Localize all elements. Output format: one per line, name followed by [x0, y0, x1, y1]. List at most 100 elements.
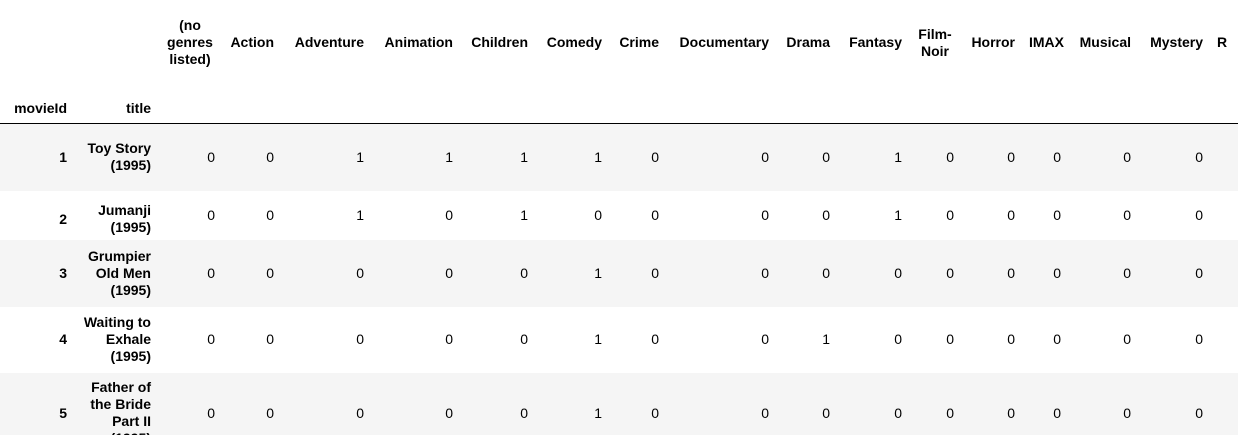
dataframe-table: (no genres listed) Action Adventure Anim…: [0, 0, 1238, 435]
table-cell: 1: [894, 148, 902, 165]
table-cell: 0: [761, 206, 769, 223]
row-title: Waiting to Exhale (1995): [83, 314, 151, 364]
table-cell: 0: [822, 148, 830, 165]
table-cell: 0: [1053, 206, 1061, 223]
header-spacer: [74, 0, 158, 100]
column-header: (no genres listed): [167, 17, 213, 67]
table-cell: 0: [946, 331, 954, 347]
header-spacer: [222, 100, 281, 124]
table-cell: 0: [356, 264, 364, 281]
table-body: 1 Toy Story (1995) 0 0 1 1 1 1 0 0 0 1 0…: [0, 123, 1238, 435]
table-cell: 0: [266, 404, 274, 421]
header-spacer: [460, 100, 535, 124]
table-cell: 0: [1007, 264, 1015, 281]
table-cell: 0: [946, 264, 954, 281]
table-cell: 0: [356, 404, 364, 421]
header-spacer: [1138, 100, 1210, 124]
header-spacer: [776, 100, 837, 124]
table-cell: 0: [445, 264, 453, 281]
table-cell: 0: [1195, 331, 1203, 347]
table-cell: 1: [594, 404, 602, 421]
table-cell: 0: [1007, 148, 1015, 165]
table-row: 3 Grumpier Old Men (1995) 0 0 0 0 0 1 0 …: [0, 239, 1238, 307]
row-movieid: 4: [59, 331, 67, 347]
table-cell: 0: [1123, 404, 1131, 421]
column-header: Film-Noir: [918, 25, 952, 59]
header-spacer: [158, 100, 222, 124]
table-cell: [1210, 307, 1238, 373]
column-header: Action: [230, 34, 274, 50]
column-header: Children: [471, 34, 528, 50]
index-header-row: movieId title: [0, 100, 1238, 124]
table-cell: 0: [207, 264, 215, 281]
table-cell: 0: [445, 404, 453, 421]
header-spacer: [0, 0, 74, 100]
table-row: 2 Jumanji (1995) 0 0 1 0 1 0 0 0 0 1 0 0…: [0, 190, 1238, 240]
column-header: IMAX: [1029, 34, 1064, 50]
table-cell: 1: [894, 206, 902, 223]
header-spacer: [961, 100, 1022, 124]
table-cell: 0: [1195, 148, 1203, 165]
table-cell: 0: [520, 404, 528, 421]
header-spacer: [666, 100, 776, 124]
table-row: 1 Toy Story (1995) 0 0 1 1 1 1 0 0 0 1 0…: [0, 123, 1238, 191]
table-cell: 0: [822, 264, 830, 281]
table-cell: 0: [822, 206, 830, 223]
table-cell: 0: [520, 264, 528, 281]
row-title: Jumanji (1995): [98, 202, 151, 235]
table-cell: 0: [520, 331, 528, 347]
table-cell: 0: [946, 148, 954, 165]
table-cell: 0: [761, 331, 769, 347]
table-cell: 0: [894, 331, 902, 347]
table-cell: 0: [207, 331, 215, 347]
table-cell: 1: [356, 148, 364, 165]
table-cell: 0: [266, 206, 274, 223]
index-name-movieid: movieId: [14, 100, 67, 116]
table-cell: 1: [594, 331, 602, 347]
header-spacer: [281, 100, 371, 124]
table-cell: 0: [207, 404, 215, 421]
column-header-row: (no genres listed) Action Adventure Anim…: [0, 0, 1238, 100]
column-header: Documentary: [679, 34, 769, 50]
table-cell: [1210, 373, 1238, 435]
column-header: Fantasy: [849, 34, 902, 50]
header-spacer: [1022, 100, 1068, 124]
table-cell: 0: [1195, 264, 1203, 281]
table-cell: 0: [946, 206, 954, 223]
table-cell: 0: [1007, 404, 1015, 421]
table-cell: 0: [1053, 331, 1061, 347]
column-header: Horror: [971, 34, 1015, 50]
table-cell: 0: [1195, 206, 1203, 223]
header-spacer: [535, 100, 609, 124]
table-cell: 0: [266, 331, 274, 347]
table-cell: 0: [1195, 404, 1203, 421]
index-name-title: title: [126, 100, 151, 116]
table-cell: [1210, 124, 1238, 191]
table-cell: 0: [894, 404, 902, 421]
table-cell: 0: [1123, 331, 1131, 347]
row-movieid: 3: [59, 264, 67, 281]
table-cell: 1: [520, 206, 528, 223]
row-movieid: 1: [59, 148, 67, 165]
table-cell: 0: [651, 331, 659, 347]
header-spacer: [371, 100, 460, 124]
table-cell: 1: [356, 206, 364, 223]
column-header: Drama: [786, 34, 830, 50]
header-spacer: [609, 100, 666, 124]
table-cell: 0: [207, 206, 215, 223]
table-cell: 0: [1007, 331, 1015, 347]
table-cell: 0: [1123, 148, 1131, 165]
dataframe-output: (no genres listed) Action Adventure Anim…: [0, 0, 1238, 435]
row-title: Grumpier Old Men (1995): [87, 247, 151, 298]
column-header: Adventure: [294, 34, 364, 50]
table-cell: 0: [1053, 264, 1061, 281]
table-cell: 0: [207, 148, 215, 165]
table-cell: 0: [651, 264, 659, 281]
table-cell: 1: [520, 148, 528, 165]
row-title: Father of the Bride Part II (1995): [90, 379, 151, 435]
column-header: R: [1217, 34, 1228, 50]
table-cell: 0: [445, 206, 453, 223]
column-header: Crime: [619, 34, 659, 50]
table-cell: 0: [1007, 206, 1015, 223]
table-cell: 0: [445, 331, 453, 347]
